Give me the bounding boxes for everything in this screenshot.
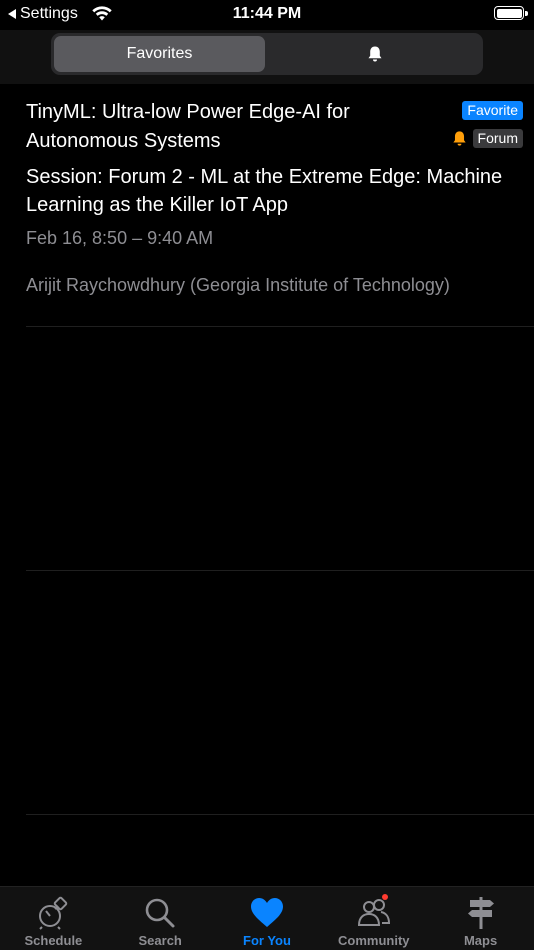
tab-search[interactable]: Search: [107, 887, 214, 950]
tab-label: Maps: [463, 933, 498, 948]
event-speaker: Arijit Raychowdhury (Georgia Institute o…: [26, 275, 450, 295]
bell-icon: [368, 46, 381, 62]
forum-badge: Forum: [472, 129, 523, 148]
tab-for-you[interactable]: For You: [214, 887, 321, 950]
schedule-icon: [39, 896, 68, 930]
row-divider: [26, 814, 534, 815]
event-time: Feb 16, 8:50 – 9:40 AM: [26, 228, 214, 248]
tab-maps[interactable]: Maps: [427, 887, 534, 950]
tab-notifications[interactable]: [269, 36, 480, 72]
status-bar: Settings 11:44 PM: [0, 0, 534, 30]
signpost-icon: [467, 897, 494, 929]
tab-label: Search: [138, 933, 182, 948]
row-divider: [26, 570, 534, 571]
tab-label: For You: [243, 933, 291, 948]
segmented-control: Favorites: [51, 33, 483, 75]
event-session: Session: Forum 2 - ML at the Extreme Edg…: [26, 166, 503, 216]
forum-badge-group: Forum: [451, 129, 523, 148]
tab-favorites[interactable]: Favorites: [54, 36, 265, 72]
tab-community[interactable]: Community: [320, 887, 427, 950]
tab-bar: Schedule Search For You Community Maps: [0, 886, 534, 950]
tab-label: Schedule: [24, 933, 83, 948]
community-icon: [357, 899, 390, 926]
notification-bell-icon: [452, 131, 466, 146]
status-time: 11:44 PM: [232, 5, 302, 22]
favorite-badge: Favorite: [462, 101, 523, 120]
tab-label: Community: [338, 933, 410, 948]
heart-icon: [250, 898, 283, 927]
tab-schedule[interactable]: Schedule: [0, 887, 107, 950]
event-title: TinyML: Ultra-low Power Edge-AI for Auto…: [26, 101, 350, 152]
header-bar: Favorites: [0, 30, 534, 84]
search-icon: [145, 898, 175, 928]
event-list-item[interactable]: TinyML: Ultra-low Power Edge-AI for Auto…: [26, 84, 534, 327]
battery-icon: [494, 6, 528, 20]
